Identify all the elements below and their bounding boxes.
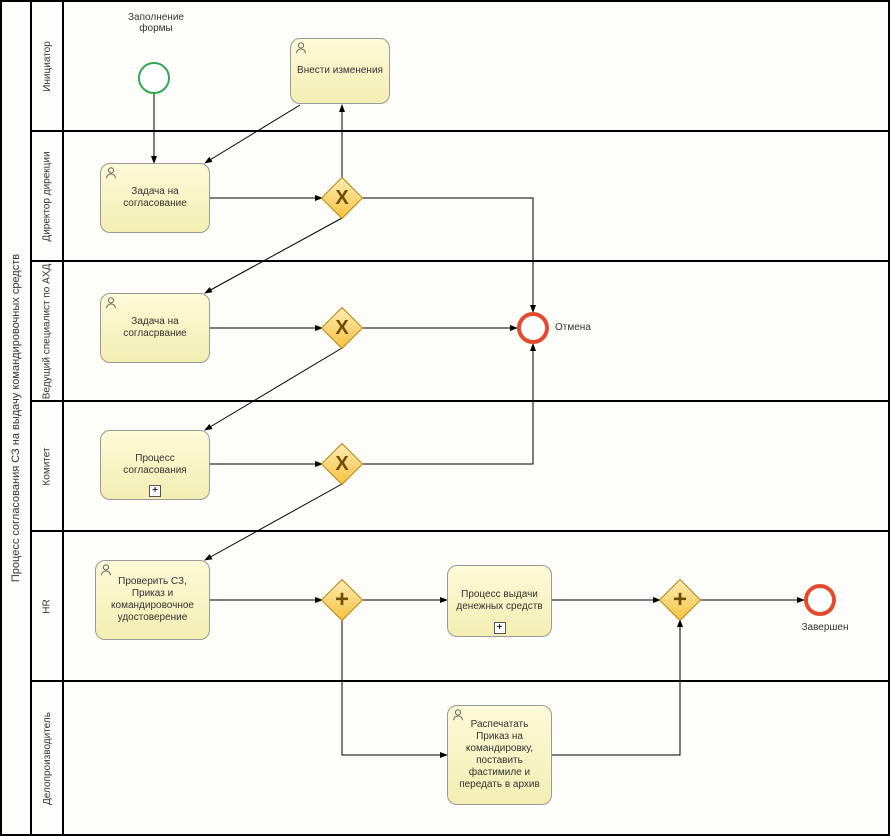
user-icon [104, 296, 118, 310]
lane-label: Директор дирекции [42, 151, 53, 241]
end-event-label: Завершен [790, 622, 860, 633]
task-label: Процесс выдачи денежных средств [454, 589, 545, 613]
subprocess-marker-icon: + [494, 622, 506, 634]
task-make-changes: Внести изменения [290, 38, 390, 104]
bpmn-diagram: Процесс согласования СЗ на выдачу команд… [0, 0, 890, 836]
gateway-exclusive-2: X [322, 308, 362, 348]
lane-label: Инициатор [42, 41, 53, 92]
gateway-exclusive-1: X [322, 178, 362, 218]
task-approval-2: Задача на согласрвание [100, 293, 210, 363]
lane-label: Комитет [42, 447, 53, 485]
start-event-label: Заполнение формы [116, 12, 196, 34]
task-label: Процесс согласования [107, 453, 203, 477]
lane-label: HR [41, 599, 52, 613]
subprocess-marker-icon: + [149, 485, 161, 497]
subprocess-money: Процесс выдачи денежных средств + [447, 565, 552, 637]
subprocess-approval: Процесс согласования + [100, 430, 210, 500]
gateway-parallel-join: + [660, 580, 700, 620]
end-event [804, 584, 836, 616]
gateway-mark: X [322, 178, 362, 218]
task-label: Распечатать Приказ на командировку, пост… [454, 719, 545, 791]
user-icon [294, 41, 308, 55]
gateway-exclusive-3: X [322, 444, 362, 484]
start-event [138, 62, 170, 94]
task-label: Задача на согласрвание [107, 316, 203, 340]
gateway-mark: + [322, 580, 362, 620]
cancel-event-label: Отмена [555, 322, 615, 333]
task-approval-1: Задача на согласование [100, 163, 210, 233]
gateway-mark: X [322, 308, 362, 348]
pool-title: Процесс согласования СЗ на выдачу команд… [10, 254, 22, 582]
gateway-mark: X [322, 444, 362, 484]
pool-label: Процесс согласования СЗ на выдачу команд… [0, 0, 30, 836]
gateway-parallel-split: + [322, 580, 362, 620]
lane-label: Ведущий специалист по АХД [42, 263, 53, 399]
task-print: Распечатать Приказ на командировку, пост… [447, 705, 552, 805]
user-icon [99, 563, 113, 577]
cancel-end-event [517, 312, 549, 344]
lane-label: Делопроизводитель [42, 712, 53, 805]
task-label: Проверить СЗ, Приказ и командировочное у… [102, 576, 203, 624]
gateway-mark: + [660, 580, 700, 620]
task-check: Проверить СЗ, Приказ и командировочное у… [95, 560, 210, 640]
user-icon [104, 166, 118, 180]
task-label: Задача на согласование [107, 186, 203, 210]
user-icon [451, 708, 465, 722]
task-label: Внести изменения [297, 65, 383, 77]
